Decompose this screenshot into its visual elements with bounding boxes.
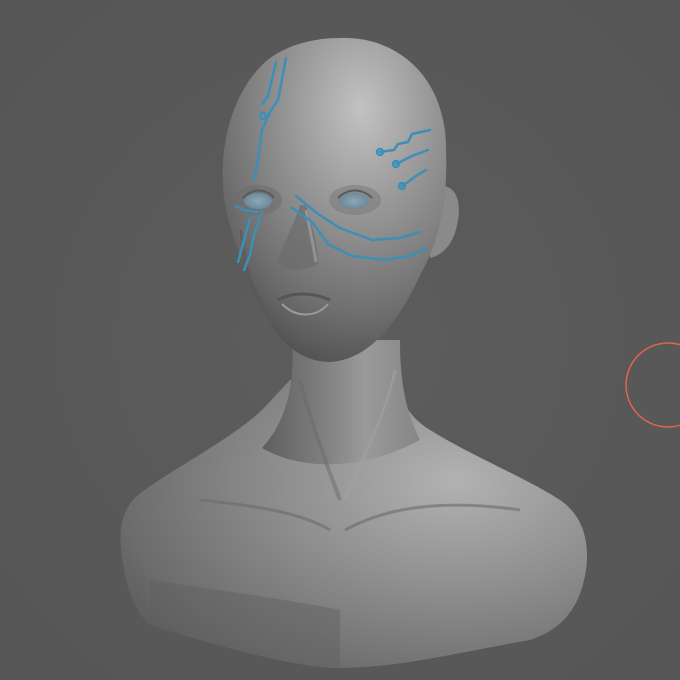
viewport-canvas[interactable] xyxy=(0,0,680,680)
sculpt-viewport[interactable] xyxy=(0,0,680,680)
right-eye xyxy=(339,193,369,209)
left-eye xyxy=(244,193,272,209)
